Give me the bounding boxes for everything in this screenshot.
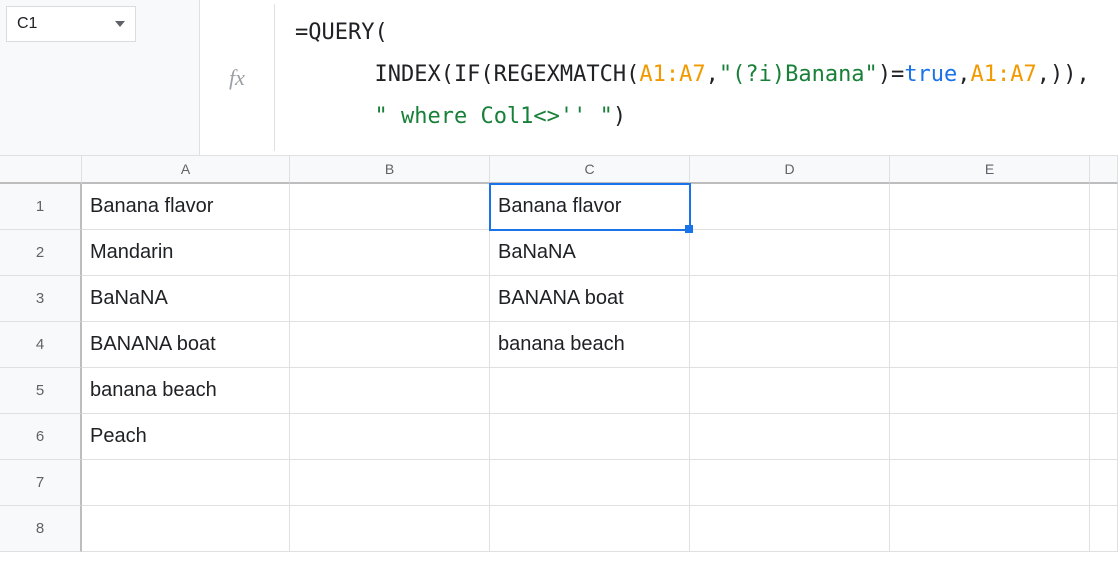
row-header-8[interactable]: 8 xyxy=(0,506,82,552)
formula-token: =QUERY( xyxy=(295,20,388,45)
cell-E3[interactable] xyxy=(890,276,1090,322)
cell-D5[interactable] xyxy=(690,368,890,414)
cell-D1[interactable] xyxy=(690,184,890,230)
cell-E6[interactable] xyxy=(890,414,1090,460)
cell-C6[interactable] xyxy=(490,414,690,460)
row-header-1[interactable]: 1 xyxy=(0,184,82,230)
formula-token: , xyxy=(957,62,970,87)
row-header-7[interactable]: 7 xyxy=(0,460,82,506)
column-header-B[interactable]: B xyxy=(290,156,490,184)
cell-C5[interactable] xyxy=(490,368,690,414)
column-header-extra[interactable] xyxy=(1090,156,1118,184)
cell-A6[interactable]: Peach xyxy=(82,414,290,460)
cell-A3[interactable]: BaNaNA xyxy=(82,276,290,322)
cell-extra[interactable] xyxy=(1090,184,1118,230)
formula-token xyxy=(295,104,374,129)
formula-input[interactable]: =QUERY( INDEX(IF(REGEXMATCH(A1:A7,"(?i)B… xyxy=(275,4,1118,145)
cell-D6[interactable] xyxy=(690,414,890,460)
cell-D8[interactable] xyxy=(690,506,890,552)
cell-D2[interactable] xyxy=(690,230,890,276)
cell-B4[interactable] xyxy=(290,322,490,368)
table-row: 5banana beach xyxy=(0,368,1118,414)
cell-E8[interactable] xyxy=(890,506,1090,552)
formula-token: ,)), xyxy=(1037,62,1090,87)
cell-extra[interactable] xyxy=(1090,322,1118,368)
table-row: 3BaNaNA BANANA boat xyxy=(0,276,1118,322)
row-header-6[interactable]: 6 xyxy=(0,414,82,460)
formula-bar-area: C1 fx =QUERY( INDEX(IF(REGEXMATCH(A1:A7,… xyxy=(0,0,1118,156)
cell-D3[interactable] xyxy=(690,276,890,322)
cell-C4[interactable]: banana beach xyxy=(490,322,690,368)
formula-token: INDEX(IF(REGEXMATCH( xyxy=(295,62,639,87)
cell-B7[interactable] xyxy=(290,460,490,506)
formula-token: true xyxy=(904,62,957,87)
column-header-D[interactable]: D xyxy=(690,156,890,184)
column-header-A[interactable]: A xyxy=(82,156,290,184)
formula-line: =QUERY( xyxy=(295,12,1098,54)
cell-C2[interactable]: BaNaNA xyxy=(490,230,690,276)
cell-D7[interactable] xyxy=(690,460,890,506)
name-box-value: C1 xyxy=(17,15,115,33)
cell-A7[interactable] xyxy=(82,460,290,506)
formula-token: , xyxy=(706,62,719,87)
cell-B2[interactable] xyxy=(290,230,490,276)
cell-C8[interactable] xyxy=(490,506,690,552)
cell-extra[interactable] xyxy=(1090,414,1118,460)
cell-E5[interactable] xyxy=(890,368,1090,414)
cell-B3[interactable] xyxy=(290,276,490,322)
formula-token: ) xyxy=(613,104,626,129)
cell-B8[interactable] xyxy=(290,506,490,552)
cell-A2[interactable]: Mandarin xyxy=(82,230,290,276)
row-header-2[interactable]: 2 xyxy=(0,230,82,276)
cell-A4[interactable]: BANANA boat xyxy=(82,322,290,368)
cell-B1[interactable] xyxy=(290,184,490,230)
cell-D4[interactable] xyxy=(690,322,890,368)
cell-C7[interactable] xyxy=(490,460,690,506)
cell-extra[interactable] xyxy=(1090,368,1118,414)
table-row: 2Mandarin BaNaNA xyxy=(0,230,1118,276)
cell-B6[interactable] xyxy=(290,414,490,460)
cell-E7[interactable] xyxy=(890,460,1090,506)
cell-C3[interactable]: BANANA boat xyxy=(490,276,690,322)
formula-token: A1:A7 xyxy=(639,62,705,87)
cell-extra[interactable] xyxy=(1090,460,1118,506)
formula-line: INDEX(IF(REGEXMATCH(A1:A7,"(?i)Banana")=… xyxy=(295,54,1098,96)
fx-section: fx =QUERY( INDEX(IF(REGEXMATCH(A1:A7,"(?… xyxy=(200,0,1118,155)
formula-token: A1:A7 xyxy=(971,62,1037,87)
cell-B5[interactable] xyxy=(290,368,490,414)
cell-E2[interactable] xyxy=(890,230,1090,276)
table-row: 1Banana flavorBanana flavor xyxy=(0,184,1118,230)
formula-token: "(?i)Banana" xyxy=(719,62,878,87)
column-header-row: ABCDE xyxy=(0,156,1118,184)
cell-C1[interactable]: Banana flavor xyxy=(490,184,690,230)
row-header-3[interactable]: 3 xyxy=(0,276,82,322)
cell-extra[interactable] xyxy=(1090,276,1118,322)
cell-E1[interactable] xyxy=(890,184,1090,230)
cell-E4[interactable] xyxy=(890,322,1090,368)
fx-icon: fx xyxy=(200,4,275,151)
column-header-C[interactable]: C xyxy=(490,156,690,184)
chevron-down-icon[interactable] xyxy=(115,21,125,27)
cell-A8[interactable] xyxy=(82,506,290,552)
cell-A5[interactable]: banana beach xyxy=(82,368,290,414)
cell-A1[interactable]: Banana flavor xyxy=(82,184,290,230)
formula-line: " where Col1<>'' ") xyxy=(295,96,1098,138)
row-header-4[interactable]: 4 xyxy=(0,322,82,368)
formula-token: )= xyxy=(878,62,905,87)
formula-token: " where Col1<>'' " xyxy=(374,104,612,129)
name-box-wrapper: C1 xyxy=(0,0,200,155)
table-row: 6Peach xyxy=(0,414,1118,460)
name-box[interactable]: C1 xyxy=(6,6,136,42)
cell-extra[interactable] xyxy=(1090,230,1118,276)
table-row: 4BANANA boat banana beach xyxy=(0,322,1118,368)
row-header-5[interactable]: 5 xyxy=(0,368,82,414)
table-row: 8 xyxy=(0,506,1118,552)
spreadsheet-grid: ABCDE 1Banana flavorBanana flavor2Mandar… xyxy=(0,156,1118,552)
cell-extra[interactable] xyxy=(1090,506,1118,552)
select-all-corner[interactable] xyxy=(0,156,82,184)
column-header-E[interactable]: E xyxy=(890,156,1090,184)
table-row: 7 xyxy=(0,460,1118,506)
